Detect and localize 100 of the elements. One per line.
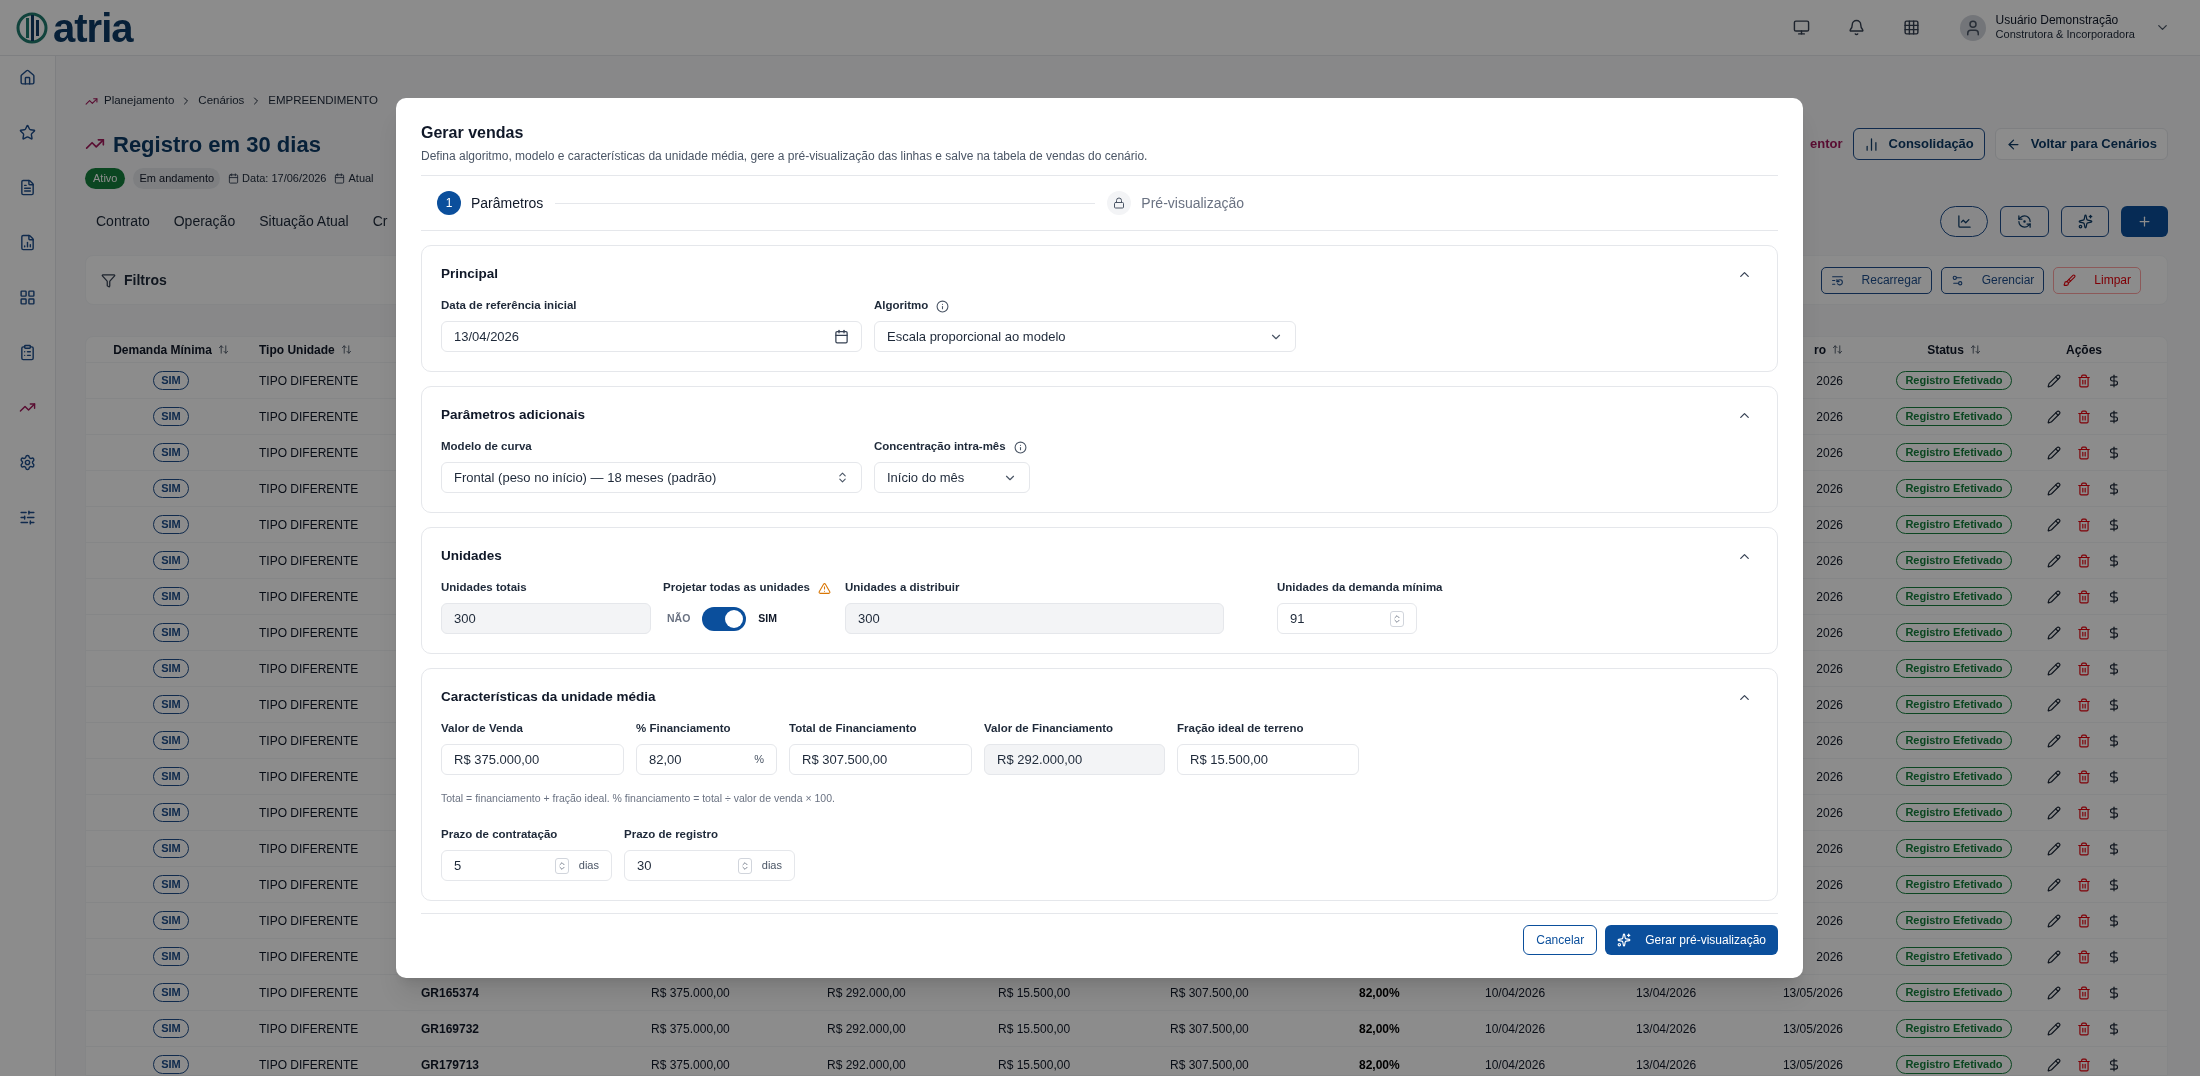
sparkle-button[interactable] [2061, 205, 2109, 237]
delete-icon[interactable] [2077, 409, 2091, 424]
delete-icon[interactable] [2077, 697, 2091, 712]
step-label[interactable]: Parâmetros [471, 192, 544, 214]
column-header[interactable]: Ações [2066, 340, 2102, 359]
number-field[interactable]: 30 dias [624, 850, 795, 881]
delete-icon[interactable] [2077, 877, 2091, 892]
date-field[interactable]: 13/04/2026 [441, 321, 862, 352]
dollar-icon[interactable] [2107, 985, 2121, 1000]
notification-icon[interactable] [1847, 19, 1865, 36]
delete-icon[interactable] [2077, 949, 2091, 964]
grid-icon[interactable] [1902, 19, 1920, 36]
column-header[interactable]: Demanda Mínima [113, 340, 212, 359]
edit-icon[interactable] [2047, 985, 2061, 1000]
select-field[interactable]: Início do mês [874, 462, 1030, 493]
delete-icon[interactable] [2077, 985, 2091, 1000]
text-field[interactable]: R$ 375.000,00 [441, 744, 624, 775]
tab[interactable]: Contrato [96, 206, 150, 236]
delete-icon[interactable] [2077, 553, 2091, 568]
edit-icon[interactable] [2047, 769, 2061, 784]
info-icon[interactable] [1013, 440, 1027, 454]
dollar-icon[interactable] [2107, 877, 2121, 892]
edit-icon[interactable] [2047, 625, 2061, 640]
delete-icon[interactable] [2077, 1057, 2091, 1072]
delete-icon[interactable] [2077, 517, 2091, 532]
dollar-icon[interactable] [2107, 553, 2121, 568]
settings-icon[interactable] [19, 453, 36, 471]
dollar-icon[interactable] [2107, 841, 2121, 856]
breadcrumb-link[interactable]: Cenários [198, 92, 245, 110]
dollar-icon[interactable] [2107, 1021, 2121, 1036]
dollar-icon[interactable] [2107, 1057, 2121, 1072]
delete-icon[interactable] [2077, 625, 2091, 640]
document-icon[interactable] [19, 178, 36, 196]
delete-icon[interactable] [2077, 589, 2091, 604]
dollar-icon[interactable] [2107, 661, 2121, 676]
edit-icon[interactable] [2047, 1057, 2061, 1072]
text-field[interactable]: R$ 307.500,00 [789, 744, 972, 775]
tab[interactable]: Cr [372, 206, 388, 236]
delete-icon[interactable] [2077, 769, 2091, 784]
delete-icon[interactable] [2077, 661, 2091, 676]
step-label[interactable]: Pré-visualização [1141, 192, 1245, 214]
column-header[interactable]: Status [1927, 340, 1964, 359]
dollar-icon[interactable] [2107, 445, 2121, 460]
dollar-icon[interactable] [2107, 697, 2121, 712]
filter-button[interactable]: Recarregar [1820, 266, 1932, 294]
tab[interactable]: Operação [173, 206, 236, 236]
dollar-icon[interactable] [2107, 589, 2121, 604]
monitor-icon[interactable] [1792, 19, 1810, 36]
select-field[interactable]: Escala proporcional ao modelo [874, 321, 1296, 352]
dollar-icon[interactable] [2107, 409, 2121, 424]
dollar-icon[interactable] [2107, 769, 2121, 784]
edit-icon[interactable] [2047, 697, 2061, 712]
edit-icon[interactable] [2047, 1021, 2061, 1036]
column-header[interactable]: ro [1814, 340, 1826, 359]
refresh-button[interactable] [2000, 205, 2049, 237]
sort-icon[interactable] [217, 344, 229, 355]
sort-icon[interactable] [1832, 344, 1843, 355]
dollar-icon[interactable] [2107, 625, 2121, 640]
dollar-icon[interactable] [2107, 805, 2121, 820]
dollar-icon[interactable] [2107, 949, 2121, 964]
edit-icon[interactable] [2047, 913, 2061, 928]
dollar-icon[interactable] [2107, 517, 2121, 532]
tab[interactable]: Situação Atual [259, 206, 349, 236]
delete-icon[interactable] [2077, 913, 2091, 928]
delete-icon[interactable] [2077, 841, 2091, 856]
dashboard-icon[interactable] [19, 288, 36, 306]
consolidation-button[interactable]: Consolidação [1852, 128, 1985, 160]
text-field[interactable]: 82,00 % [636, 744, 777, 775]
dollar-icon[interactable] [2107, 481, 2121, 496]
number-field[interactable]: 5 dias [441, 850, 612, 881]
delete-icon[interactable] [2077, 481, 2091, 496]
star-icon[interactable] [19, 123, 36, 141]
edit-icon[interactable] [2047, 877, 2061, 892]
edit-icon[interactable] [2047, 841, 2061, 856]
calendar-icon[interactable] [834, 329, 849, 344]
column-header[interactable]: Tipo Unidade [259, 340, 335, 359]
delete-icon[interactable] [2077, 733, 2091, 748]
delete-icon[interactable] [2077, 445, 2091, 460]
text-field[interactable]: R$ 15.500,00 [1177, 744, 1359, 775]
dollar-icon[interactable] [2107, 913, 2121, 928]
add-button[interactable] [2121, 205, 2168, 237]
dollar-icon[interactable] [2107, 373, 2121, 388]
sliders-icon[interactable] [19, 508, 36, 526]
edit-icon[interactable] [2047, 733, 2061, 748]
chart-document-icon[interactable] [19, 233, 36, 251]
edit-icon[interactable] [2047, 481, 2061, 496]
delete-icon[interactable] [2077, 373, 2091, 388]
edit-icon[interactable] [2047, 589, 2061, 604]
edit-icon[interactable] [2047, 409, 2061, 424]
sort-icon[interactable] [340, 344, 352, 355]
edit-icon[interactable] [2047, 949, 2061, 964]
edit-icon[interactable] [2047, 445, 2061, 460]
delete-icon[interactable] [2077, 1021, 2091, 1036]
toggle-switch[interactable] [702, 606, 747, 631]
edit-icon[interactable] [2047, 517, 2061, 532]
dollar-icon[interactable] [2107, 733, 2121, 748]
generate-button[interactable]: Gerar pré-visualização [1605, 925, 1778, 955]
edit-icon[interactable] [2047, 373, 2061, 388]
filter-button[interactable]: Gerenciar [1940, 266, 2045, 294]
edit-icon[interactable] [2047, 805, 2061, 820]
